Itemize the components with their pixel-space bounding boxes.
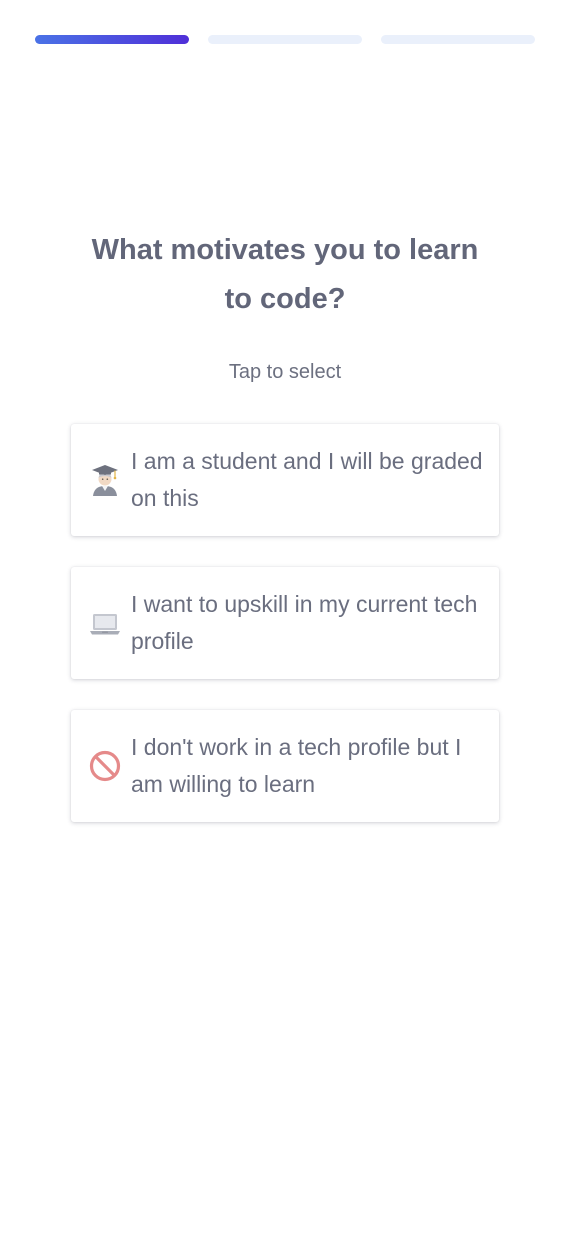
student-emoji-icon (87, 462, 123, 498)
progress-step-1 (35, 35, 189, 44)
question-title: What motivates you to learn to code? (91, 234, 479, 315)
option-label: I don't work in a tech profile but I am … (131, 734, 462, 797)
option-willing-to-learn[interactable]: I don't work in a tech profile but I am … (71, 710, 499, 822)
laptop-emoji-icon (87, 605, 123, 641)
progress-step-3 (381, 35, 535, 44)
progress-bar (35, 35, 535, 44)
option-upskill[interactable]: I want to upskill in my current tech pro… (71, 567, 499, 679)
option-label: I want to upskill in my current tech pro… (131, 591, 478, 654)
prohibited-emoji-icon (87, 748, 123, 784)
option-label: I am a student and I will be graded on t… (131, 448, 483, 511)
option-student[interactable]: I am a student and I will be graded on t… (71, 424, 499, 536)
progress-step-2 (208, 35, 362, 44)
options-list: I am a student and I will be graded on t… (71, 424, 499, 853)
tap-to-select-hint: Tap to select (228, 361, 342, 383)
